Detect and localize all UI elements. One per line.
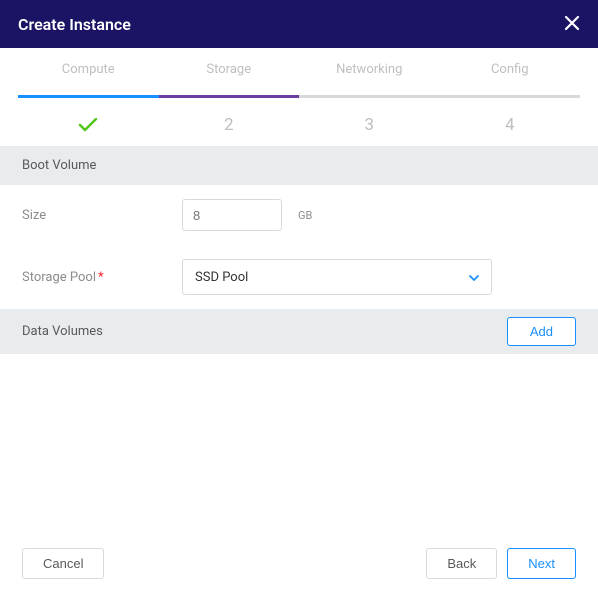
row-storage-pool: Storage Pool* SSD Pool	[0, 245, 598, 309]
close-icon[interactable]	[564, 14, 580, 34]
storage-pool-select-wrap: SSD Pool	[182, 259, 492, 295]
row-size: Size GB	[0, 185, 598, 245]
step-config[interactable]: Config 4	[440, 62, 581, 146]
storage-pool-value: SSD Pool	[195, 270, 248, 285]
step-label: Compute	[62, 62, 115, 85]
storage-pool-label: Storage Pool*	[22, 270, 172, 285]
section-data-volumes-header: Data Volumes Add	[0, 309, 598, 354]
wizard-steps: Compute Storage 2 Networking 3 Config 4	[0, 48, 598, 146]
step-networking[interactable]: Networking 3	[299, 62, 440, 146]
storage-pool-select[interactable]: SSD Pool	[182, 259, 492, 295]
step-label: Storage	[206, 62, 251, 85]
dialog-title: Create Instance	[18, 15, 131, 34]
step-bar	[299, 95, 440, 98]
data-volumes-title: Data Volumes	[22, 324, 103, 339]
content-spacer	[0, 354, 598, 534]
step-number: 2	[224, 114, 234, 136]
storage-pool-label-text: Storage Pool	[22, 270, 96, 285]
size-input[interactable]	[182, 199, 282, 231]
step-bar	[18, 95, 159, 98]
dialog-footer: Cancel Back Next	[0, 534, 598, 593]
step-compute[interactable]: Compute	[18, 62, 159, 146]
section-boot-volume-header: Boot Volume	[0, 146, 598, 185]
check-icon	[78, 114, 98, 136]
add-button[interactable]: Add	[507, 317, 576, 346]
step-label: Networking	[336, 62, 402, 85]
footer-right: Back Next	[426, 548, 576, 579]
size-label: Size	[22, 208, 172, 223]
back-button[interactable]: Back	[426, 548, 497, 579]
step-storage[interactable]: Storage 2	[159, 62, 300, 146]
size-unit: GB	[298, 209, 312, 222]
step-bar	[440, 95, 581, 98]
cancel-button[interactable]: Cancel	[22, 548, 104, 579]
step-number: 3	[364, 114, 374, 136]
step-label: Config	[491, 62, 529, 85]
dialog-header: Create Instance	[0, 0, 598, 48]
step-number: 4	[505, 114, 515, 136]
next-button[interactable]: Next	[507, 548, 576, 579]
chevron-down-icon	[469, 270, 479, 285]
required-asterisk: *	[98, 270, 104, 285]
step-bar	[159, 95, 300, 98]
